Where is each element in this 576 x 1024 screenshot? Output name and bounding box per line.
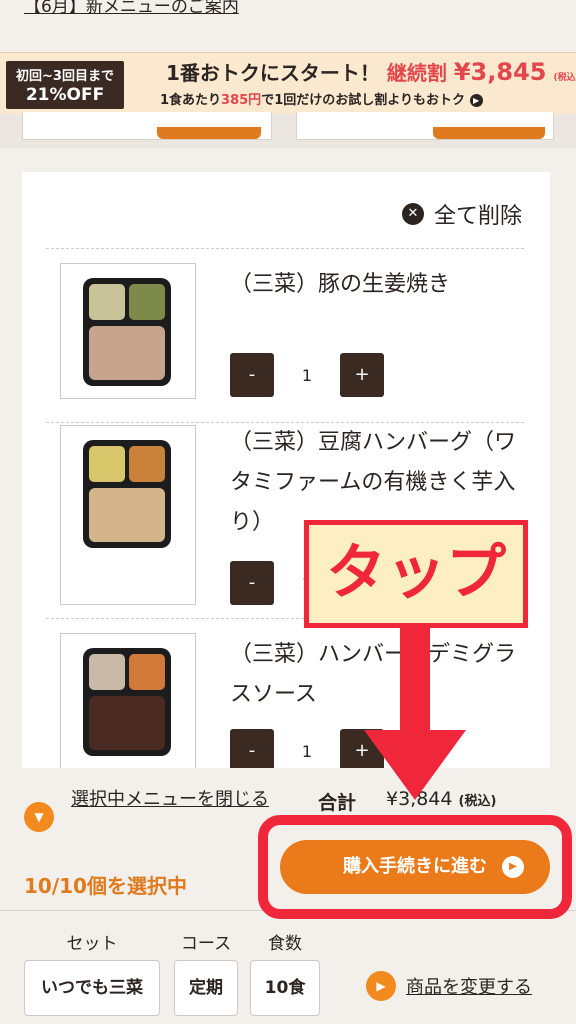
discount-badge: 初回~3回目まで 21%OFF [6, 61, 124, 109]
delete-all-button[interactable]: ✕ 全て削除 [401, 198, 522, 230]
quantity-value: 1 [301, 365, 313, 385]
background-product-grid [0, 112, 576, 148]
meal-thumbnail [60, 425, 196, 605]
item-name: （三菜）ハンバーグデミグラスソース [230, 642, 517, 707]
bento-cell [129, 654, 165, 690]
change-products-link[interactable]: ▶ 商品を変更する [366, 971, 532, 1001]
product-tile [296, 112, 554, 140]
annotation-highlight-box [258, 815, 572, 919]
course-value-button[interactable]: 定期 [174, 960, 238, 1016]
bento-image [83, 440, 171, 548]
cart-item: （三菜）豚の生姜焼き - 1 + [46, 248, 524, 422]
bento-cell [89, 284, 125, 320]
delete-all-label: 全て削除 [433, 204, 522, 229]
collapse-triangle-icon[interactable]: ▼ [24, 802, 54, 832]
page: 【6月】新メニューのご案内 初回~3回目まで 21%OFF 1番おトクにスタート… [0, 0, 576, 1024]
close-circle-icon: ✕ [401, 203, 424, 225]
set-option: セット いつでも三菜 [24, 929, 160, 1016]
selected-count: 10/10個を選択中 [24, 874, 187, 898]
play-circle-icon: ▶ [366, 971, 396, 1001]
increase-button[interactable]: + [340, 353, 384, 397]
product-tile [22, 112, 272, 140]
bento-image [83, 648, 171, 756]
bento-cell [89, 326, 165, 380]
banner-headline: 1番おトクにスタート！ 継続割 ¥3,845 (税込) [132, 57, 576, 86]
play-icon: ▶ [469, 94, 483, 107]
banner-price: ¥3,845 [453, 58, 547, 86]
banner-tax: (税込) [553, 73, 576, 83]
banner-sub-suffix: で1回だけのお試し割よりもおトク [261, 93, 465, 108]
badge-line1: 初回~3回目まで [16, 69, 114, 84]
decrease-button[interactable]: - [230, 353, 274, 397]
course-option: コース 定期 [174, 929, 238, 1016]
course-label: コース [180, 934, 232, 954]
bento-cell [129, 284, 165, 320]
bento-cell [89, 446, 125, 482]
quantity-stepper: - 1 + [230, 729, 384, 768]
count-option: 食数 10食 [250, 929, 320, 1016]
tap-annotation-label: タップ [304, 520, 528, 628]
meal-thumbnail [60, 633, 196, 768]
banner-subline: 1食あたり385円で1回だけのお試し割よりもおトク ▶ [132, 89, 572, 108]
set-value-button[interactable]: いつでも三菜 [24, 960, 160, 1016]
item-name: （三菜）豚の生姜焼き [230, 272, 451, 297]
new-menu-link[interactable]: 【6月】新メニューのご案内 [24, 0, 239, 17]
close-selected-menu-link[interactable]: 選択中メニューを閉じる [70, 784, 270, 816]
cart-panel: ✕ 全て削除 （三菜）豚の生姜焼き - 1 + （三菜）豆腐ハンバーグ（ワタミフ… [22, 172, 550, 768]
decrease-button[interactable]: - [230, 561, 274, 605]
badge-line2: 21%OFF [25, 85, 105, 105]
bento-cell [89, 488, 165, 542]
promo-banner[interactable]: 初回~3回目まで 21%OFF 1番おトクにスタート！ 継続割 ¥3,845 (… [0, 52, 576, 114]
quantity-stepper: - 1 + [230, 353, 384, 397]
total-label: 合計 [318, 792, 357, 814]
product-tile-button [157, 127, 261, 139]
banner-sub-prefix: 1食あたり [160, 93, 222, 108]
bento-cell [89, 696, 165, 750]
set-label: セット [66, 934, 118, 954]
count-label: 食数 [268, 934, 302, 954]
product-tile-button [433, 127, 545, 139]
bento-image [83, 278, 171, 386]
meal-thumbnail [60, 263, 196, 399]
banner-sub-amount: 385円 [221, 93, 262, 108]
bento-cell [129, 446, 165, 482]
annotation-arrow-head [364, 730, 466, 800]
decrease-button[interactable]: - [230, 729, 274, 768]
plan-options-bar: セット いつでも三菜 コース 定期 食数 10食 ▶ 商品を変更する [0, 910, 576, 1024]
bento-cell [89, 654, 125, 690]
change-products-label: 商品を変更する [406, 977, 532, 998]
banner-text: 1番おトクにスタート！ 継続割 ¥3,845 (税込) 1食あたり385円で1回… [132, 57, 576, 113]
count-value-button[interactable]: 10食 [250, 960, 320, 1016]
quantity-value: 1 [301, 741, 313, 761]
banner-discount: 継続割 [386, 61, 447, 85]
banner-headline-start: 1番おトクにスタート！ [166, 61, 380, 85]
